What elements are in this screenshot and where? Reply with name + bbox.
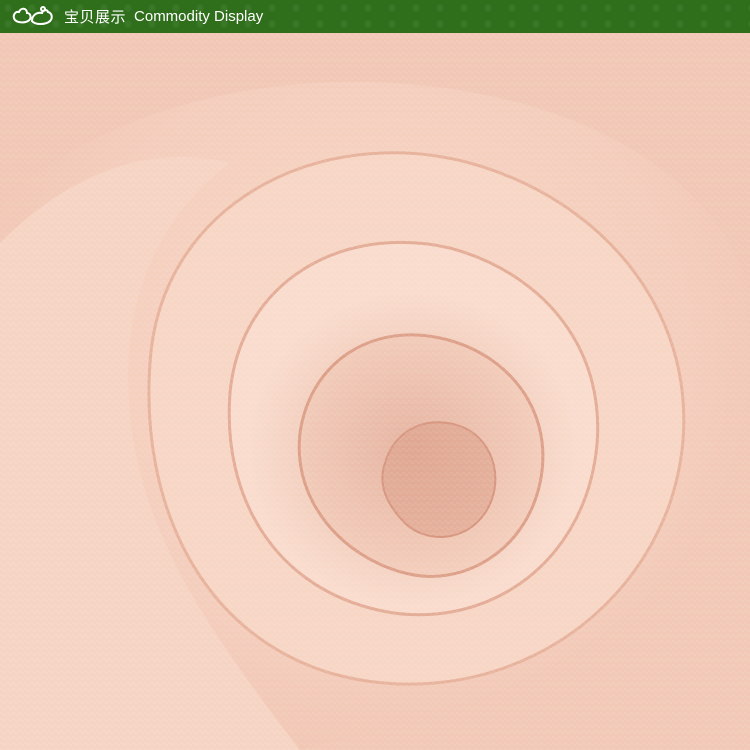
- knit-texture: [0, 33, 750, 750]
- banner-title-en: Commodity Display: [134, 8, 264, 25]
- product-photo-rolled-fabric: [0, 33, 750, 750]
- header-banner: 宝贝展示 Commodity Display: [0, 0, 750, 33]
- teapot-flower-icon: [12, 5, 53, 25]
- banner-title-cn: 宝贝展示: [64, 8, 127, 26]
